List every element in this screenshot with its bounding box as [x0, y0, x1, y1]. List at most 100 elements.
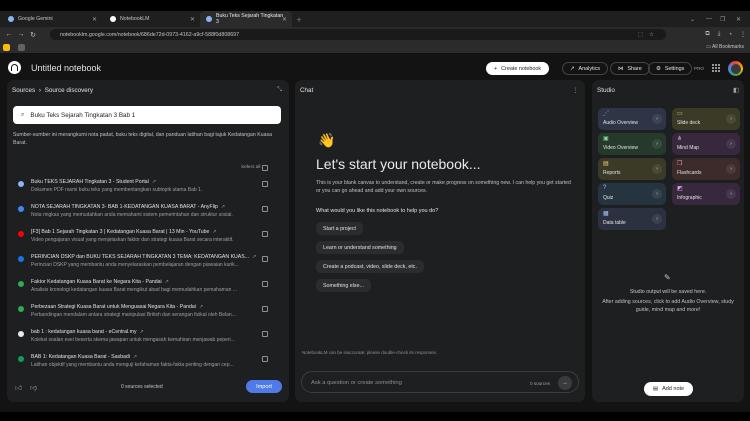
source-item[interactable]: PERINCIAN DSKP dan BUKU TEKS SEJARAH TIN… — [18, 254, 280, 276]
tab-search-icon[interactable]: ⌄ — [690, 11, 695, 27]
open-external-icon[interactable]: ↗ — [152, 179, 156, 185]
chevron-right-icon[interactable]: › — [652, 214, 662, 224]
studio-tile-data-table[interactable]: ▦ Data table › — [598, 208, 666, 230]
suggestion-learn[interactable]: Learn or understand something — [316, 241, 404, 254]
source-search-query[interactable]: ⌕ Buku Teks Sejarah Tingkatan 3 Bab 1 — [13, 106, 281, 124]
create-notebook-button[interactable]: + Create notebook — [486, 62, 550, 75]
source-checkbox[interactable] — [262, 306, 268, 312]
source-title[interactable]: [F3] Bab 1 Sejarah Tingkatan 3 | Kedatan… — [31, 229, 263, 235]
source-item[interactable]: NOTA SEJARAH TINGKATAN 3- BAB 1-KEDATANG… — [18, 204, 280, 226]
studio-tile-video-overview[interactable]: ▣ Video Overview › — [598, 133, 666, 155]
chevron-right-icon[interactable]: › — [726, 164, 736, 174]
source-item[interactable]: [F3] Bab 1 Sejarah Tingkatan 3 | Kedatan… — [18, 229, 280, 251]
open-external-icon[interactable]: ↗ — [199, 304, 203, 310]
bookmark-grid-icon[interactable] — [18, 44, 25, 51]
source-checkbox[interactable] — [262, 281, 268, 287]
maximize-icon[interactable]: ❐ — [720, 11, 725, 27]
chat-input[interactable]: Ask a question or create something 0 sou… — [301, 371, 579, 393]
source-title[interactable]: PERINCIAN DSKP dan BUKU TEKS SEJARAH TIN… — [31, 254, 263, 260]
import-button[interactable]: Import — [246, 380, 282, 393]
avatar[interactable] — [728, 61, 743, 76]
address-bar[interactable]: notebooklm.google.com/notebook/686de72d-… — [50, 29, 666, 40]
back-icon[interactable]: ← — [3, 31, 15, 38]
notebook-title[interactable]: Untitled notebook — [31, 63, 101, 73]
browser-tab-buku-teks[interactable]: Buku Teks Sejarah Tingkatan 3 ✕ — [200, 11, 292, 27]
breadcrumb-sources[interactable]: Sources — [12, 87, 35, 94]
omnibox-actions-icon[interactable]: ⬚☆ — [638, 32, 660, 38]
analytics-button[interactable]: ↗ Analytics — [562, 62, 609, 75]
source-checkbox[interactable] — [262, 181, 268, 187]
suggestion-something-else[interactable]: Something else... — [316, 279, 371, 292]
settings-button[interactable]: ⚙ Settings — [648, 62, 693, 75]
menu-icon[interactable]: ⋮ — [740, 31, 746, 38]
studio-tile-mind-map[interactable]: ⋔ Mind Map › — [672, 133, 740, 155]
source-description: Nota ringkas yang memudahkan anda memaha… — [31, 212, 233, 218]
browser-tab-notebooklm[interactable]: NotebookLM ✕ — [104, 11, 200, 27]
source-checkbox[interactable] — [262, 206, 268, 212]
open-external-icon[interactable]: ↗ — [212, 229, 216, 235]
source-item[interactable]: Perbezaan Strategi Kuasa Barat untuk Men… — [18, 304, 280, 326]
source-item[interactable]: Buku TEKS SEJARAH Tingkatan 3 - Student … — [18, 179, 280, 201]
open-external-icon[interactable]: ↗ — [165, 279, 169, 285]
close-icon[interactable]: ✕ — [190, 16, 195, 23]
source-checkbox[interactable] — [262, 356, 268, 362]
open-external-icon[interactable]: ↗ — [133, 354, 137, 360]
source-title[interactable]: BAB 1: Kedatangan Kuasa Barat - Sasbadi ↗ — [31, 354, 263, 360]
thumbs-up-icon[interactable]: 👍︎ — [15, 383, 22, 392]
source-title[interactable]: Buku TEKS SEJARAH Tingkatan 3 - Student … — [31, 179, 263, 185]
forward-icon[interactable]: → — [15, 31, 27, 38]
studio-tile-slide-deck[interactable]: ▭ Slide deck › — [672, 108, 740, 130]
studio-tile-quiz[interactable]: ? Quiz › — [598, 183, 666, 205]
select-all-checkbox[interactable] — [262, 165, 268, 171]
reload-icon[interactable]: ↻ — [27, 31, 39, 39]
chevron-right-icon[interactable]: › — [726, 114, 736, 124]
studio-tile-reports[interactable]: ▤ Reports › — [598, 158, 666, 180]
suggestion-start-project[interactable]: Start a project — [316, 222, 363, 235]
source-checkbox[interactable] — [262, 256, 268, 262]
chevron-right-icon[interactable]: › — [652, 189, 662, 199]
chevron-right-icon[interactable]: › — [726, 139, 736, 149]
source-title[interactable]: NOTA SEJARAH TINGKATAN 3- BAB 1-KEDATANG… — [31, 204, 263, 210]
minimize-icon[interactable]: — — [706, 11, 712, 27]
chevron-right-icon[interactable]: › — [652, 164, 662, 174]
studio-tile-flashcards[interactable]: ❐ Flashcards › — [672, 158, 740, 180]
close-icon[interactable]: ✕ — [92, 16, 97, 23]
chevron-right-icon[interactable]: › — [652, 114, 662, 124]
studio-tile-infographic[interactable]: ◩ Infographic › — [672, 183, 740, 205]
open-external-icon[interactable]: ↗ — [221, 204, 225, 210]
studio-title: Studio — [597, 87, 615, 94]
thumbs-down-icon[interactable]: 👎︎ — [30, 383, 37, 392]
source-title[interactable]: Perbezaan Strategi Kuasa Barat untuk Men… — [31, 304, 263, 310]
open-external-icon[interactable]: ↗ — [252, 254, 256, 260]
close-window-icon[interactable]: ✕ — [736, 11, 741, 27]
open-external-icon[interactable]: ↗ — [140, 329, 144, 335]
share-button[interactable]: ⋈ Share — [610, 62, 650, 75]
collapse-icon[interactable]: ⤡ — [277, 86, 282, 94]
panel-toggle-icon[interactable]: ◧ — [733, 86, 739, 94]
chevron-right-icon[interactable]: › — [652, 139, 662, 149]
studio-tile-audio-overview[interactable]: ⋰ Audio Overview › — [598, 108, 666, 130]
gear-icon: ⚙ — [656, 65, 661, 72]
source-checkbox[interactable] — [262, 331, 268, 337]
source-item[interactable]: BAB 1: Kedatangan Kuasa Barat - Sasbadi ↗… — [18, 354, 280, 376]
bookmark-app-icon[interactable] — [3, 44, 10, 51]
add-note-button[interactable]: ▤ Add note — [644, 382, 693, 396]
close-icon[interactable]: ✕ — [282, 16, 287, 23]
source-item[interactable]: Faktor Kedatangan Kuasa Barat ke Negara … — [18, 279, 280, 301]
apps-grid-icon[interactable] — [712, 64, 720, 72]
source-item[interactable]: bab 1 : kedatangan kuasa barat - eCentra… — [18, 329, 280, 351]
new-tab-button[interactable]: ＋ — [296, 11, 302, 27]
extensions-icon[interactable]: ⧉ — [705, 31, 709, 38]
chevron-right-icon[interactable]: › — [726, 189, 736, 199]
more-options-icon[interactable]: ⋮ — [572, 86, 579, 94]
source-checkbox[interactable] — [262, 231, 268, 237]
notebooklm-logo[interactable] — [8, 61, 21, 74]
all-bookmarks[interactable]: ▭ All Bookmarks — [706, 44, 744, 50]
download-icon[interactable]: ⤓ — [718, 31, 721, 38]
browser-tab-gemini[interactable]: Google Gemini ✕ — [2, 11, 102, 27]
source-title[interactable]: Faktor Kedatangan Kuasa Barat ke Negara … — [31, 279, 263, 285]
send-button[interactable]: → — [558, 376, 572, 390]
source-title[interactable]: bab 1 : kedatangan kuasa barat - eCentra… — [31, 329, 263, 335]
suggestion-create-media[interactable]: Create a podcast, video, slide deck, etc… — [316, 260, 424, 273]
profile-icon[interactable]: ◔ — [728, 32, 732, 38]
